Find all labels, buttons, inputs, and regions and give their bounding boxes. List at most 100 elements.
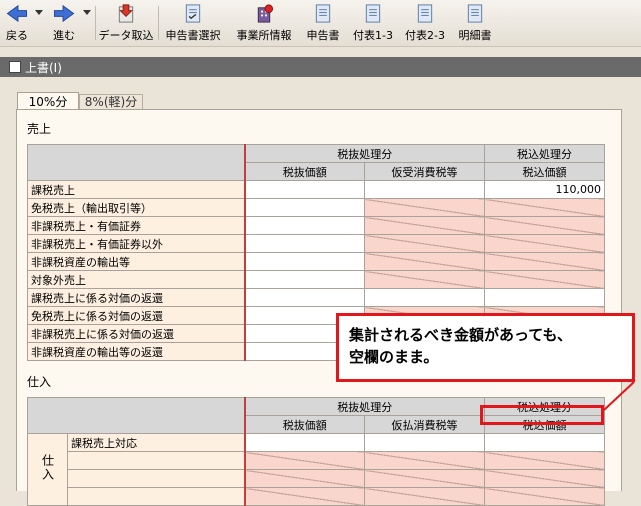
table-row: 課税売上に係る対価の返還: [27, 288, 605, 307]
purchases-group-tax-excluded: 税抜処理分: [244, 397, 485, 416]
disabled-cell: [244, 469, 365, 488]
table-row: 非課税売上・有価証券: [27, 216, 605, 235]
row-label: [67, 487, 246, 506]
row-label: 非課税売上・有価証券: [27, 216, 246, 235]
details-button[interactable]: 明細書: [454, 3, 496, 43]
disabled-cell: [484, 487, 605, 506]
back-arrow-icon: [6, 4, 28, 23]
input-cell[interactable]: [244, 252, 365, 271]
sales-col-excl-price: 税抜価額: [244, 162, 365, 181]
tab-8-percent-reduced[interactable]: 8%(軽)分: [79, 94, 143, 110]
table-row: 非課税売上・有価証券以外: [27, 234, 605, 253]
row-label: [67, 469, 246, 488]
disabled-cell: [484, 216, 605, 235]
table-2-3-button[interactable]: 付表2-3: [401, 3, 449, 43]
callout-line-2: 空欄のまま。: [349, 348, 439, 366]
disabled-cell: [244, 487, 365, 506]
select-form-button[interactable]: 申告書選択: [162, 3, 224, 43]
purchases-section-label: 仕入: [27, 375, 52, 389]
input-cell[interactable]: [364, 180, 485, 199]
disabled-cell: [364, 487, 485, 506]
row-label: 非課税売上・有価証券以外: [27, 234, 246, 253]
table-row: [28, 451, 605, 470]
form-icon: [315, 4, 331, 23]
row-label: 対象外売上: [27, 270, 246, 289]
office-info-button[interactable]: 事業所情報: [231, 3, 297, 43]
purchases-col-provisional-tax: 仮払消費税等: [364, 415, 485, 434]
details-icon: [467, 4, 483, 23]
sales-col-incl-price: 税込価額: [484, 162, 605, 181]
row-label: [67, 451, 246, 470]
row-label: 非課税資産の輸出等: [27, 252, 246, 271]
input-cell[interactable]: [244, 198, 365, 217]
forward-button[interactable]: 進む: [46, 3, 82, 43]
row-label: 課税売上: [27, 180, 246, 199]
table-row: 課税売上 110,000: [27, 180, 605, 199]
purchases-header-blank: [27, 397, 246, 434]
row-label: 免税売上（輸出取引等）: [27, 198, 246, 217]
disabled-cell: [484, 451, 605, 470]
disabled-cell: [364, 216, 485, 235]
sales-header-blank: [27, 144, 246, 181]
disabled-cell: [484, 469, 605, 488]
disabled-cell: [364, 234, 485, 253]
disabled-cell: [484, 198, 605, 217]
sales-group-tax-included: 税込処理分: [484, 144, 605, 163]
table-2-3-icon: [417, 4, 433, 23]
row-label: 非課税売上に係る対価の返還: [27, 324, 246, 343]
incl-price-cell-blank[interactable]: [484, 433, 605, 452]
table-1-3-icon: [365, 4, 381, 23]
table-row: 非課税資産の輸出等: [27, 252, 605, 271]
highlight-box: [480, 405, 604, 425]
callout-box: 集計されるべき金額があっても、 空欄のまま。: [336, 313, 635, 382]
disabled-cell: [484, 270, 605, 289]
form-button[interactable]: 申告書: [302, 3, 344, 43]
disabled-cell: [364, 252, 485, 271]
back-dropdown-icon[interactable]: [34, 8, 44, 16]
row-label: 免税売上に係る対価の返還: [27, 306, 246, 325]
input-cell[interactable]: [244, 216, 365, 235]
office-icon: [257, 4, 274, 23]
input-cell[interactable]: [244, 180, 365, 199]
toolbar-separator: [95, 6, 96, 40]
input-cell[interactable]: [364, 433, 485, 452]
purchases-side-label: 仕入: [27, 433, 68, 506]
callout-line-1: 集計されるべき金額があっても、: [349, 326, 573, 344]
overwrite-bar: 上書(I): [0, 57, 641, 77]
table-row: [28, 469, 605, 488]
table-row: 対象外売上: [27, 270, 605, 289]
sales-group-tax-excluded: 税抜処理分: [244, 144, 485, 163]
disabled-cell: [364, 198, 485, 217]
input-cell[interactable]: 110,000: [484, 180, 605, 199]
row-label: 課税売上対応: [67, 433, 246, 452]
sales-col-provisional-tax: 仮受消費税等: [364, 162, 485, 181]
table-row: [28, 487, 605, 506]
sales-section-label: 売上: [27, 122, 52, 136]
forward-dropdown-icon[interactable]: [82, 8, 92, 16]
input-cell[interactable]: [244, 288, 365, 307]
import-data-button[interactable]: データ取込: [98, 3, 154, 43]
table-row: 仕入 課税売上対応: [27, 433, 605, 506]
table-row: 免税売上（輸出取引等）: [27, 198, 605, 217]
input-cell[interactable]: [244, 270, 365, 289]
disabled-cell: [364, 451, 485, 470]
overwrite-checkbox[interactable]: [9, 61, 21, 73]
row-label: 非課税資産の輸出等の返還: [27, 342, 246, 361]
input-cell[interactable]: [364, 288, 485, 307]
import-icon: [118, 4, 134, 23]
forward-arrow-icon: [53, 4, 75, 23]
disabled-cell: [244, 451, 365, 470]
input-cell[interactable]: [244, 234, 365, 253]
disabled-cell: [364, 469, 485, 488]
table-1-3-button[interactable]: 付表1-3: [350, 3, 396, 43]
back-button[interactable]: 戻る: [2, 3, 32, 43]
input-cell[interactable]: [484, 288, 605, 307]
disabled-cell: [484, 252, 605, 271]
disabled-cell: [364, 270, 485, 289]
input-cell[interactable]: [244, 433, 365, 452]
disabled-cell: [484, 234, 605, 253]
toolbar: 戻る 進む データ取込 申告書選択 事業所情報 申告書 付表1-3 付表2-3 …: [0, 0, 641, 47]
purchases-col-excl-price: 税抜価額: [244, 415, 365, 434]
form-select-icon: [185, 4, 201, 23]
row-label: 課税売上に係る対価の返還: [27, 288, 246, 307]
